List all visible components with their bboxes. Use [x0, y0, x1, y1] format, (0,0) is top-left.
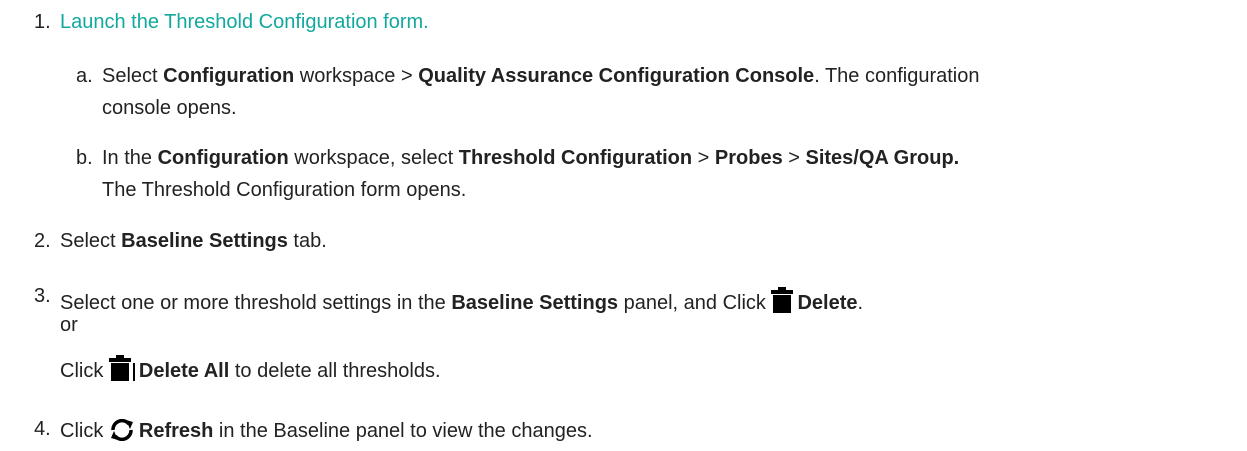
launch-form-link[interactable]: Launch the Threshold Configuration form.: [60, 10, 429, 34]
probes-label: Probes: [714, 147, 783, 169]
step-3-text-mid: panel, and Click: [618, 292, 772, 314]
step-1-number: 1.: [34, 11, 51, 33]
step-4-text-post: in the Baseline panel to view the change…: [213, 420, 593, 442]
substep-b-text-2: workspace, select: [288, 147, 459, 169]
step-3-line2: Click Delete All to delete all threshold…: [60, 355, 441, 387]
substep-a-text-2: workspace >: [294, 65, 419, 87]
qa-configuration-console-label: Quality Assurance Configuration Console: [418, 65, 815, 87]
substep-b-text-3: >: [692, 147, 715, 169]
step-3-text-pre: Select one or more threshold settings in…: [60, 292, 452, 314]
substep-b-line2: The Threshold Configuration form opens.: [102, 179, 467, 201]
configuration-workspace-label: Configuration: [163, 65, 295, 87]
step-3-line2-pre: Click: [60, 360, 109, 382]
step-2-text-post: tab.: [287, 230, 327, 252]
substep-b-line1: In the Configuration workspace, select T…: [102, 146, 959, 170]
delete-all-label: Delete All: [138, 360, 230, 382]
step-2-text-pre: Select: [60, 230, 122, 252]
substep-b-text-4: >: [782, 147, 806, 169]
substep-a-text-3: . The configuration: [814, 65, 980, 87]
refresh-label: Refresh: [138, 420, 214, 442]
refresh-icon: [109, 418, 135, 447]
substep-a-text-1: Select: [102, 65, 164, 87]
step-4-number: 4.: [34, 418, 51, 440]
step-4-text: Click Refresh in the Baseline panel to v…: [60, 418, 593, 447]
step-4-text-pre: Click: [60, 420, 109, 442]
configuration-workspace-label-2: Configuration: [157, 147, 289, 169]
threshold-configuration-label: Threshold Configuration: [458, 147, 693, 169]
substep-a-line1: Select Configuration workspace > Quality…: [102, 64, 979, 88]
baseline-settings-panel-label: Baseline Settings: [451, 292, 619, 314]
trash-all-icon: [108, 355, 135, 387]
baseline-settings-tab-label: Baseline Settings: [121, 230, 288, 252]
step-2-text: Select Baseline Settings tab.: [60, 229, 327, 253]
substep-a-line2: console opens.: [102, 97, 237, 119]
delete-label: Delete: [797, 292, 858, 314]
step-3-line2-post: to delete all thresholds.: [229, 360, 441, 382]
trash-icon: [771, 287, 794, 319]
step-3-or: or: [60, 314, 78, 336]
step-3-text-post: .: [857, 292, 864, 314]
substep-a-letter: a.: [76, 65, 93, 87]
step-3-line1: Select one or more threshold settings in…: [60, 287, 863, 319]
step-2-number: 2.: [34, 230, 51, 252]
step-3-number: 3.: [34, 285, 51, 307]
substep-b-letter: b.: [76, 147, 93, 169]
substep-b-text-1: In the: [102, 147, 158, 169]
sites-qa-group-label: Sites/QA Group.: [805, 147, 960, 169]
